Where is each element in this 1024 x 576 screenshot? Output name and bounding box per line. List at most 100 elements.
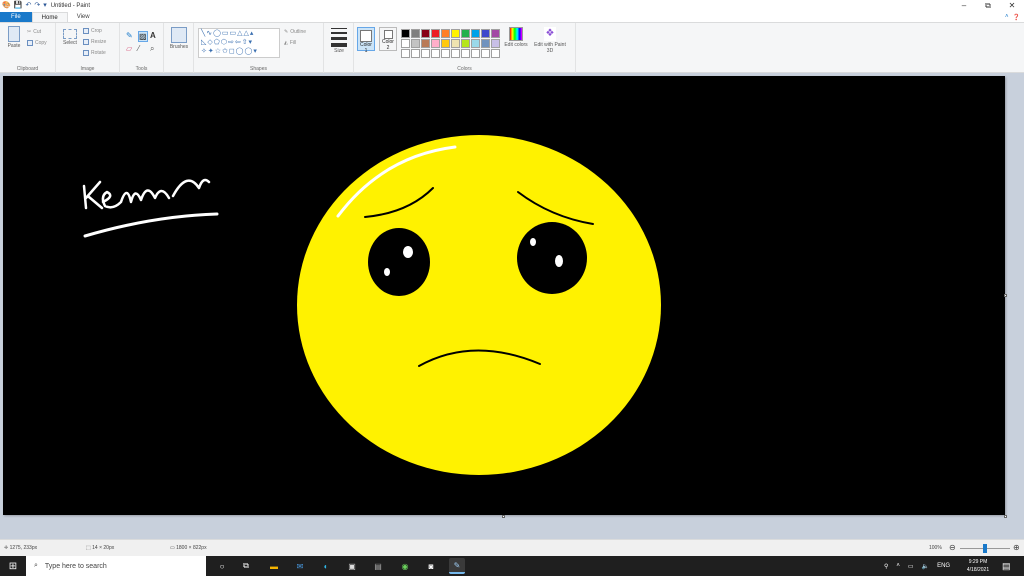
taskbar-clock[interactable]: 9:29 PM 4/18/2021 [960, 558, 996, 574]
tab-view[interactable]: View [68, 12, 99, 22]
palette-swatch[interactable] [461, 49, 470, 58]
notifications-icon[interactable]: ▤ [1002, 556, 1011, 576]
copy-button[interactable]: Copy [27, 40, 47, 46]
paste-button[interactable]: Paste [4, 26, 24, 49]
selection-size: ⬚ 14 × 20px [86, 545, 114, 551]
customize-toolbar-icon[interactable]: ▾ [43, 1, 47, 11]
start-button[interactable]: ⊞ [0, 556, 26, 576]
palette-swatch[interactable] [401, 29, 410, 38]
copy-icon [27, 40, 33, 46]
select-button[interactable]: Select [60, 29, 80, 46]
network-icon[interactable]: ▭ [908, 563, 914, 570]
size-lines-icon [331, 28, 347, 47]
palette-swatch[interactable] [441, 39, 450, 48]
palette-swatch[interactable] [451, 49, 460, 58]
palette-swatch[interactable] [461, 39, 470, 48]
palette-swatch[interactable] [431, 29, 440, 38]
redo-icon[interactable]: ↷ [34, 1, 40, 11]
palette-swatch[interactable] [471, 39, 480, 48]
zoom-slider-thumb[interactable] [983, 544, 987, 553]
palette-swatch[interactable] [471, 49, 480, 58]
app-icon[interactable]: ▤ [370, 558, 386, 574]
palette-swatch[interactable] [421, 49, 430, 58]
taskbar-search[interactable]: ⌕ Type here to search [26, 556, 206, 576]
undo-icon[interactable]: ↶ [25, 1, 31, 11]
palette-swatch[interactable] [411, 39, 420, 48]
cortana-icon[interactable]: ○ [214, 558, 230, 574]
store-icon[interactable]: ▣ [344, 558, 360, 574]
chrome-icon[interactable]: ◉ [397, 558, 413, 574]
rotate-label: Rotate [91, 50, 106, 56]
palette-swatch[interactable] [491, 39, 500, 48]
palette-swatch[interactable] [411, 29, 420, 38]
pencil-icon[interactable]: ✎ [126, 31, 136, 42]
palette-swatch[interactable] [431, 39, 440, 48]
palette-swatch[interactable] [401, 49, 410, 58]
resize-handle-right[interactable] [1004, 294, 1007, 297]
cut-button[interactable]: ✂ Cut [27, 29, 41, 35]
palette-swatch[interactable] [491, 49, 500, 58]
save-icon[interactable]: 💾 [14, 1, 23, 11]
fill-button[interactable]: ◭ Fill [284, 40, 296, 46]
magnifier-icon[interactable]: ⌕ [150, 44, 160, 54]
outline-button[interactable]: ✎ Outline [284, 29, 306, 35]
brushes-button[interactable]: Brushes [168, 27, 190, 50]
mail-icon[interactable]: ✉ [292, 558, 308, 574]
shapes-gallery[interactable]: ╲∿◯▭▭△△▴ ◺◇⬠⬡⇨⇦⇧▾ ✧✦☆✩◻◯◯▾ [198, 28, 280, 58]
volume-icon[interactable]: 🔈 [922, 563, 929, 570]
size-button[interactable]: Size [329, 28, 349, 54]
drawing-canvas[interactable] [3, 76, 1005, 515]
palette-swatch[interactable] [451, 29, 460, 38]
selection-size-value: 14 × 20px [92, 545, 115, 551]
palette-swatch[interactable] [431, 49, 440, 58]
rotate-button[interactable]: Rotate [83, 50, 106, 56]
color2-button[interactable]: Color 2 [379, 27, 397, 51]
eraser-icon[interactable]: ▱ [126, 44, 136, 54]
palette-swatch[interactable] [411, 49, 420, 58]
crop-button[interactable]: Crop [83, 28, 102, 34]
palette-swatch[interactable] [481, 49, 490, 58]
paint3d-icon: ❖ [544, 27, 556, 41]
palette-swatch[interactable] [471, 29, 480, 38]
palette-swatch[interactable] [451, 39, 460, 48]
palette-swatch[interactable] [441, 49, 450, 58]
resize-handle-bottom[interactable] [502, 515, 505, 518]
show-hidden-icons[interactable]: ˄ [896, 563, 900, 569]
color1-swatch [360, 30, 372, 42]
tab-file[interactable]: File [0, 12, 32, 22]
palette-swatch[interactable] [421, 39, 430, 48]
shapes-row-3: ✧✦☆✩◻◯◯▾ [201, 48, 258, 55]
help-icon[interactable]: ❓ [1013, 14, 1020, 21]
resize-button[interactable]: Resize [83, 39, 106, 45]
edit-colors-button[interactable]: Edit colors [504, 27, 528, 48]
collapse-ribbon-icon[interactable]: ˄ [1005, 14, 1009, 20]
app-icon-2[interactable]: ◙ [423, 558, 439, 574]
tab-home[interactable]: Home [31, 12, 68, 22]
zoom-out-button[interactable]: ⊖ [949, 543, 956, 552]
edge-icon[interactable]: ◐ [318, 558, 334, 574]
maximize-button[interactable]: ⧉ [976, 0, 1000, 12]
language-indicator[interactable]: ENG [937, 563, 950, 569]
people-icon[interactable]: ⚲ [884, 563, 888, 570]
palette-swatch[interactable] [461, 29, 470, 38]
color1-button[interactable]: Color 1 [357, 27, 375, 54]
palette-swatch[interactable] [421, 29, 430, 38]
fill-bucket-icon[interactable]: ▨ [138, 31, 148, 42]
text-tool-icon[interactable]: A [150, 31, 160, 42]
palette-swatch[interactable] [441, 29, 450, 38]
minimize-button[interactable]: – [952, 0, 976, 12]
paint-taskbar-icon[interactable]: ✎ [449, 558, 465, 574]
resize-handle-corner[interactable] [1004, 515, 1007, 518]
palette-swatch[interactable] [481, 29, 490, 38]
file-explorer-icon[interactable]: ▬ [266, 558, 282, 574]
close-button[interactable]: ✕ [1000, 0, 1024, 12]
shapes-group: ╲∿◯▭▭△△▴ ◺◇⬠⬡⇨⇦⇧▾ ✧✦☆✩◻◯◯▾ ✎ Outline ◭ Fil… [194, 23, 324, 73]
color-picker-icon[interactable]: ⁄ [138, 44, 148, 54]
select-rectangle-icon [63, 29, 77, 39]
palette-swatch[interactable] [401, 39, 410, 48]
zoom-in-button[interactable]: ⊕ [1013, 543, 1020, 552]
palette-swatch[interactable] [481, 39, 490, 48]
task-view-icon[interactable]: ⧉ [238, 558, 254, 574]
palette-swatch[interactable] [491, 29, 500, 38]
edit-with-paint3d-button[interactable]: ❖ Edit with Paint 3D [532, 27, 568, 54]
